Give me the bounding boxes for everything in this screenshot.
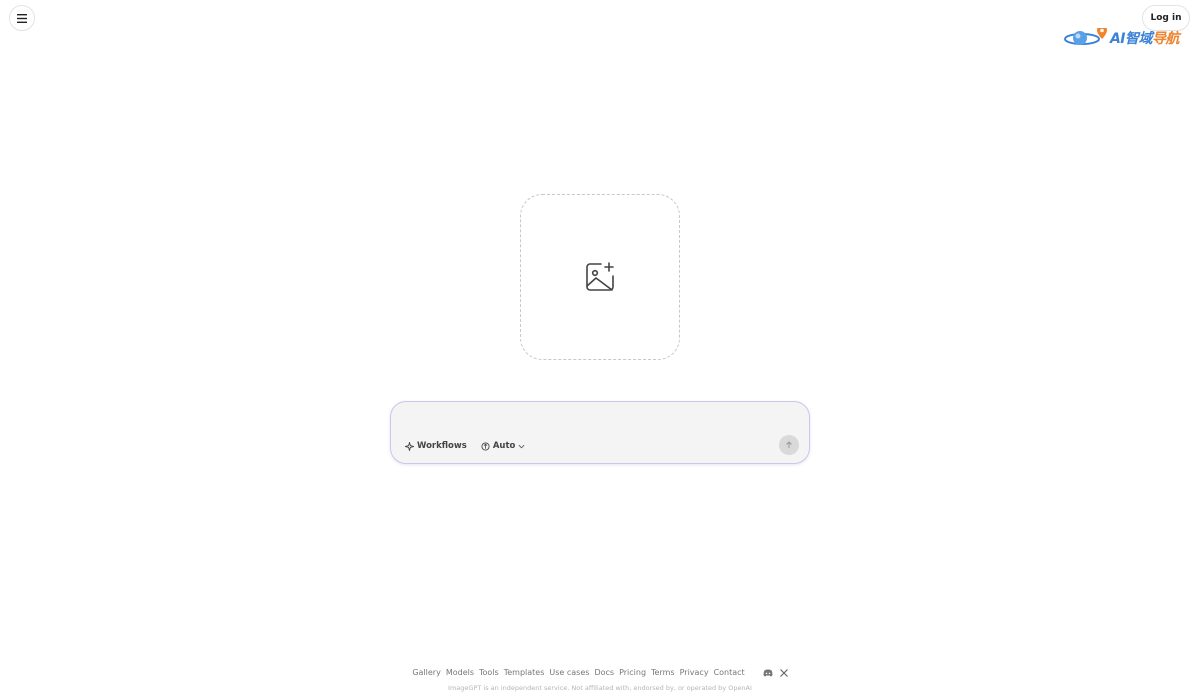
footer-link-privacy[interactable]: Privacy [680, 668, 709, 677]
workflows-button[interactable]: Workflows [405, 441, 467, 451]
model-icon [481, 441, 490, 451]
prompt-box: Workflows Auto [390, 401, 810, 464]
globe-pin-icon [1063, 28, 1107, 45]
model-selector[interactable]: Auto [481, 441, 526, 451]
footer-link-use-cases[interactable]: Use cases [549, 668, 589, 677]
footer-link-tools[interactable]: Tools [479, 668, 499, 677]
sparkle-icon [405, 441, 414, 451]
arrow-up-icon [786, 441, 792, 448]
prompt-input[interactable] [405, 412, 795, 434]
footer-link-templates[interactable]: Templates [504, 668, 545, 677]
image-upload-dropzone[interactable] [520, 194, 680, 360]
footer-link-gallery[interactable]: Gallery [412, 668, 441, 677]
x-icon[interactable] [779, 668, 788, 677]
footer-link-contact[interactable]: Contact [714, 668, 745, 677]
social-links [763, 668, 788, 677]
model-label: Auto [492, 441, 516, 451]
menu-button[interactable] [9, 5, 35, 31]
watermark-logo: AI智域导航 [1063, 28, 1180, 48]
disclaimer-text: ImageGPT is an independent service. Not … [448, 684, 752, 692]
chevron-down-icon [518, 444, 525, 448]
workflows-label: Workflows [417, 441, 467, 451]
footer-links: Gallery Models Tools Templates Use cases… [0, 668, 1200, 677]
image-plus-icon [586, 262, 614, 291]
watermark-text: AI智域导航 [1109, 31, 1180, 47]
footer-link-models[interactable]: Models [446, 668, 474, 677]
footer-link-docs[interactable]: Docs [594, 668, 614, 677]
footer-link-terms[interactable]: Terms [651, 668, 675, 677]
hamburger-menu-icon [17, 13, 27, 23]
footer-link-pricing[interactable]: Pricing [619, 668, 646, 677]
discord-icon[interactable] [763, 668, 773, 677]
prompt-toolbar: Workflows Auto [405, 441, 525, 451]
page: Log in AI智域导航 Workflows Auto Gallery Mod… [0, 0, 1200, 700]
send-button[interactable] [779, 435, 799, 455]
